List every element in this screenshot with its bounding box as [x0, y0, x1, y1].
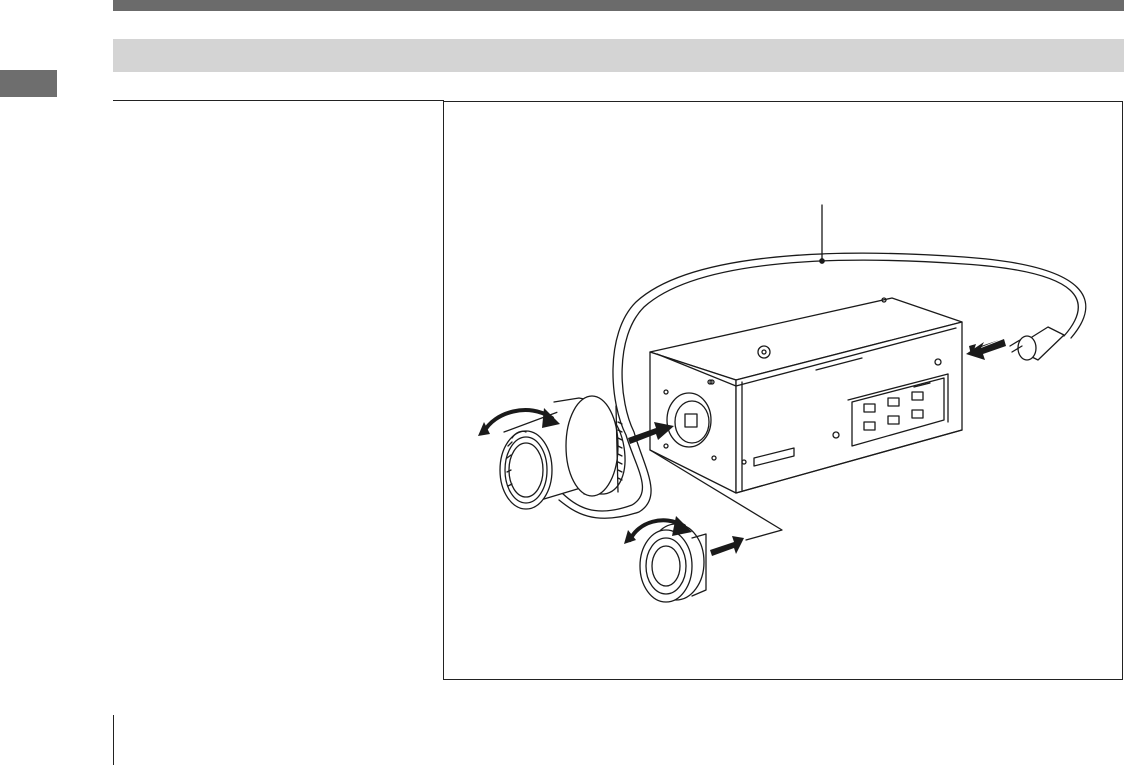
side-tab — [0, 70, 57, 97]
lens-icon — [499, 395, 626, 510]
camera-assembly-illustration — [478, 204, 1087, 603]
camera-body-icon — [649, 297, 963, 494]
footer-rule — [113, 715, 114, 765]
insert-arrow-icon — [710, 536, 744, 556]
connector-plug-icon — [1009, 326, 1065, 361]
section-band — [113, 39, 1124, 72]
illustration-frame — [443, 101, 1123, 680]
insert-arrow-icon — [966, 339, 1006, 360]
section-rule — [113, 100, 444, 101]
header-bar — [113, 0, 1124, 11]
